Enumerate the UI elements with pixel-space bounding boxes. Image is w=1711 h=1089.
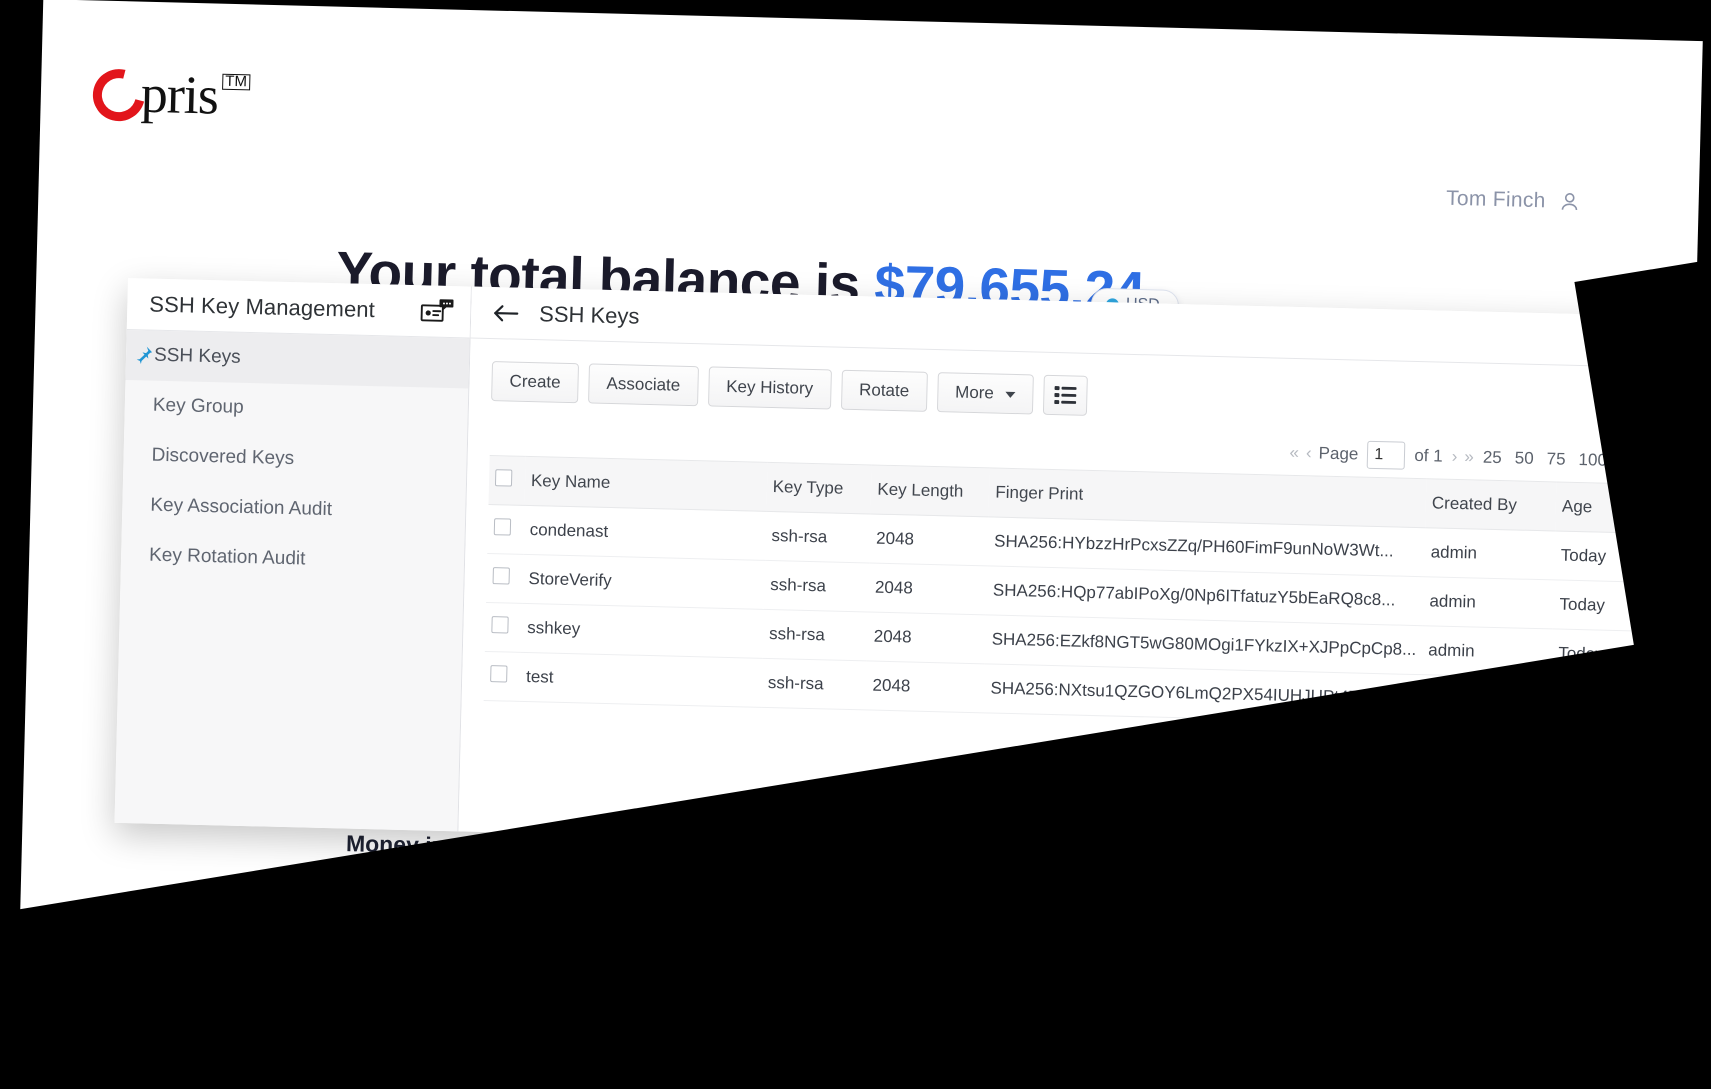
cell-key-type: ssh-rsa bbox=[762, 609, 869, 661]
page-number-input[interactable] bbox=[1367, 440, 1406, 470]
cell-key-length: 2048 bbox=[869, 513, 989, 566]
user-avatar-icon bbox=[1558, 191, 1581, 214]
ssh-sidebar: SSH Key Management SSH Keys Key Group Di… bbox=[114, 278, 472, 832]
row-select-cell bbox=[486, 553, 524, 604]
cell-created-by: admin bbox=[1424, 527, 1556, 580]
row-checkbox[interactable] bbox=[492, 567, 510, 585]
header-key-name[interactable]: Key Name bbox=[524, 456, 768, 512]
header-key-type[interactable]: Key Type bbox=[766, 462, 873, 514]
key-history-button[interactable]: Key History bbox=[707, 366, 832, 410]
opris-wordmark: pris bbox=[140, 63, 219, 126]
chevron-down-icon bbox=[1005, 391, 1016, 398]
sidebar-item-label: Key Association Audit bbox=[150, 494, 333, 521]
first-page-icon[interactable]: « bbox=[1289, 443, 1297, 463]
last-page-icon[interactable]: » bbox=[1464, 447, 1472, 467]
opris-logo: pris TM bbox=[83, 59, 251, 131]
page-label: Page bbox=[1318, 443, 1359, 464]
page-size-50[interactable]: 50 bbox=[1512, 448, 1535, 469]
cell-key-type: ssh-rsa bbox=[764, 511, 871, 563]
create-button[interactable]: Create bbox=[491, 361, 580, 404]
page-size-25[interactable]: 25 bbox=[1481, 448, 1504, 469]
cell-key-length: 2048 bbox=[865, 660, 986, 713]
page-total-label: of 1 bbox=[1414, 445, 1443, 466]
trademark-mark: TM bbox=[222, 73, 251, 91]
list-view-icon[interactable] bbox=[1043, 374, 1089, 416]
cell-key-name[interactable]: StoreVerify bbox=[521, 554, 765, 610]
row-select-cell bbox=[484, 602, 522, 653]
page-size-75[interactable]: 75 bbox=[1544, 449, 1567, 470]
more-dropdown-button[interactable]: More bbox=[936, 372, 1035, 415]
sidebar-title: SSH Key Management bbox=[149, 291, 376, 322]
user-name: Tom Finch bbox=[1445, 186, 1546, 213]
cell-key-type: ssh-rsa bbox=[763, 560, 870, 612]
associate-button[interactable]: Associate bbox=[588, 363, 699, 407]
cell-age: Today bbox=[1552, 579, 1632, 631]
cell-created-by: admin bbox=[1422, 576, 1555, 629]
sidebar-header: SSH Key Management bbox=[126, 278, 471, 339]
cell-key-length: 2048 bbox=[868, 562, 988, 615]
sidebar-item-label: Key Rotation Audit bbox=[148, 544, 306, 570]
certificate-chat-icon[interactable] bbox=[420, 297, 455, 326]
row-checkbox[interactable] bbox=[493, 518, 512, 536]
cell-key-name[interactable]: condenast bbox=[523, 505, 767, 561]
page-title: SSH Keys bbox=[538, 300, 640, 329]
sidebar-item-key-rotation-audit[interactable]: Key Rotation Audit bbox=[121, 530, 465, 588]
cell-key-type: ssh-rsa bbox=[761, 658, 868, 710]
row-select-cell bbox=[487, 504, 525, 555]
sidebar-item-key-association-audit[interactable]: Key Association Audit bbox=[122, 480, 466, 538]
rotate-button[interactable]: Rotate bbox=[840, 369, 928, 412]
screenshot-stage: pris TM Tom Finch Your total balance is … bbox=[0, 0, 1711, 1089]
more-label: More bbox=[954, 382, 995, 403]
user-menu[interactable]: Tom Finch bbox=[1446, 187, 1581, 214]
sidebar-item-ssh-keys[interactable]: SSH Keys bbox=[125, 329, 470, 389]
header-key-length[interactable]: Key Length bbox=[870, 464, 990, 517]
sidebar-item-discovered-keys[interactable]: Discovered Keys bbox=[123, 430, 467, 488]
row-checkbox[interactable] bbox=[491, 616, 509, 634]
sidebar-item-label: Key Group bbox=[152, 394, 244, 418]
sidebar-item-label: SSH Keys bbox=[153, 344, 241, 368]
sidebar-item-key-group[interactable]: Key Group bbox=[124, 380, 468, 438]
row-select-cell bbox=[483, 651, 521, 702]
back-arrow-icon[interactable] bbox=[493, 303, 519, 324]
sidebar-item-label: Discovered Keys bbox=[151, 444, 295, 470]
header-created-by[interactable]: Created By bbox=[1425, 478, 1557, 531]
cell-key-length: 2048 bbox=[867, 611, 987, 664]
cell-key-name[interactable]: sshkey bbox=[520, 603, 764, 659]
select-all-checkbox[interactable] bbox=[494, 469, 513, 487]
prev-page-icon[interactable]: ‹ bbox=[1306, 443, 1310, 463]
cell-key-name[interactable]: test bbox=[519, 652, 763, 708]
row-checkbox[interactable] bbox=[490, 665, 508, 683]
next-page-icon[interactable]: › bbox=[1451, 447, 1455, 467]
select-all-header bbox=[488, 455, 526, 506]
pin-icon bbox=[134, 344, 155, 372]
